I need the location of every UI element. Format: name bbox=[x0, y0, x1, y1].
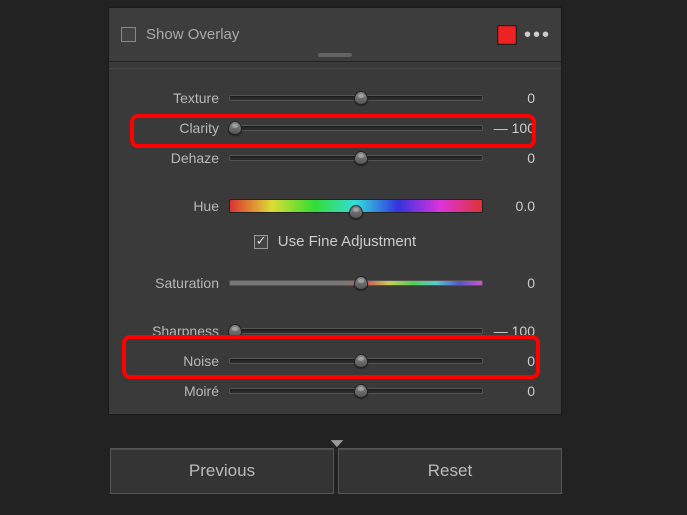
hue-row: Hue 0.0 bbox=[131, 191, 539, 221]
texture-knob[interactable] bbox=[354, 91, 368, 105]
saturation-row: Saturation 0 bbox=[131, 268, 539, 298]
clarity-label: Clarity bbox=[131, 120, 229, 136]
texture-row: Texture 0 bbox=[131, 83, 539, 113]
fine-adjust-checkbox[interactable] bbox=[254, 235, 268, 249]
noise-knob[interactable] bbox=[354, 354, 368, 368]
develop-panel: Show Overlay ••• Texture 0 Clarity — 100… bbox=[108, 7, 562, 415]
noise-value[interactable]: 0 bbox=[483, 353, 539, 369]
panel-body: Texture 0 Clarity — 100 Dehaze 0 Hue bbox=[109, 68, 561, 414]
moire-knob[interactable] bbox=[354, 384, 368, 398]
saturation-label: Saturation bbox=[131, 275, 229, 291]
hue-label: Hue bbox=[131, 198, 229, 214]
previous-button[interactable]: Previous bbox=[110, 448, 334, 494]
texture-value[interactable]: 0 bbox=[483, 90, 539, 106]
dehaze-value[interactable]: 0 bbox=[483, 150, 539, 166]
dehaze-label: Dehaze bbox=[131, 150, 229, 166]
noise-slider[interactable] bbox=[229, 358, 483, 364]
hue-value[interactable]: 0.0 bbox=[483, 198, 539, 214]
sharpness-knob[interactable] bbox=[228, 324, 242, 338]
dehaze-row: Dehaze 0 bbox=[131, 143, 539, 173]
moire-label: Moiré bbox=[131, 383, 229, 399]
dehaze-knob[interactable] bbox=[354, 151, 368, 165]
hue-slider[interactable] bbox=[229, 199, 483, 213]
show-overlay-label: Show Overlay bbox=[146, 26, 239, 43]
footer-buttons: Previous Reset bbox=[110, 448, 562, 494]
texture-slider[interactable] bbox=[229, 95, 483, 101]
reset-button[interactable]: Reset bbox=[338, 448, 562, 494]
show-overlay-checkbox[interactable] bbox=[121, 27, 136, 42]
clarity-slider[interactable] bbox=[229, 125, 483, 131]
fine-adjust-label: Use Fine Adjustment bbox=[278, 233, 416, 250]
panel-header: Show Overlay ••• bbox=[109, 8, 561, 62]
saturation-value[interactable]: 0 bbox=[483, 275, 539, 291]
moire-slider[interactable] bbox=[229, 388, 483, 394]
saturation-slider[interactable] bbox=[229, 280, 483, 286]
more-options-icon[interactable]: ••• bbox=[524, 25, 551, 45]
hue-knob[interactable] bbox=[349, 205, 363, 219]
dehaze-slider[interactable] bbox=[229, 155, 483, 161]
saturation-knob[interactable] bbox=[354, 276, 368, 290]
moire-row: Moiré 0 bbox=[131, 376, 539, 406]
clarity-row: Clarity — 100 bbox=[131, 113, 539, 143]
noise-row: Noise 0 bbox=[131, 346, 539, 376]
sharpness-row: Sharpness — 100 bbox=[131, 316, 539, 346]
fine-adjust-row: Use Fine Adjustment bbox=[131, 233, 539, 250]
sharpness-value[interactable]: — 100 bbox=[483, 323, 539, 339]
sharpness-label: Sharpness bbox=[131, 323, 229, 339]
moire-value[interactable]: 0 bbox=[483, 383, 539, 399]
clarity-knob[interactable] bbox=[228, 121, 242, 135]
clarity-value[interactable]: — 100 bbox=[483, 120, 539, 136]
noise-label: Noise bbox=[131, 353, 229, 369]
panel-grip-icon[interactable] bbox=[318, 53, 352, 57]
texture-label: Texture bbox=[131, 90, 229, 106]
overlay-color-swatch[interactable] bbox=[497, 25, 517, 45]
sharpness-slider[interactable] bbox=[229, 328, 483, 334]
